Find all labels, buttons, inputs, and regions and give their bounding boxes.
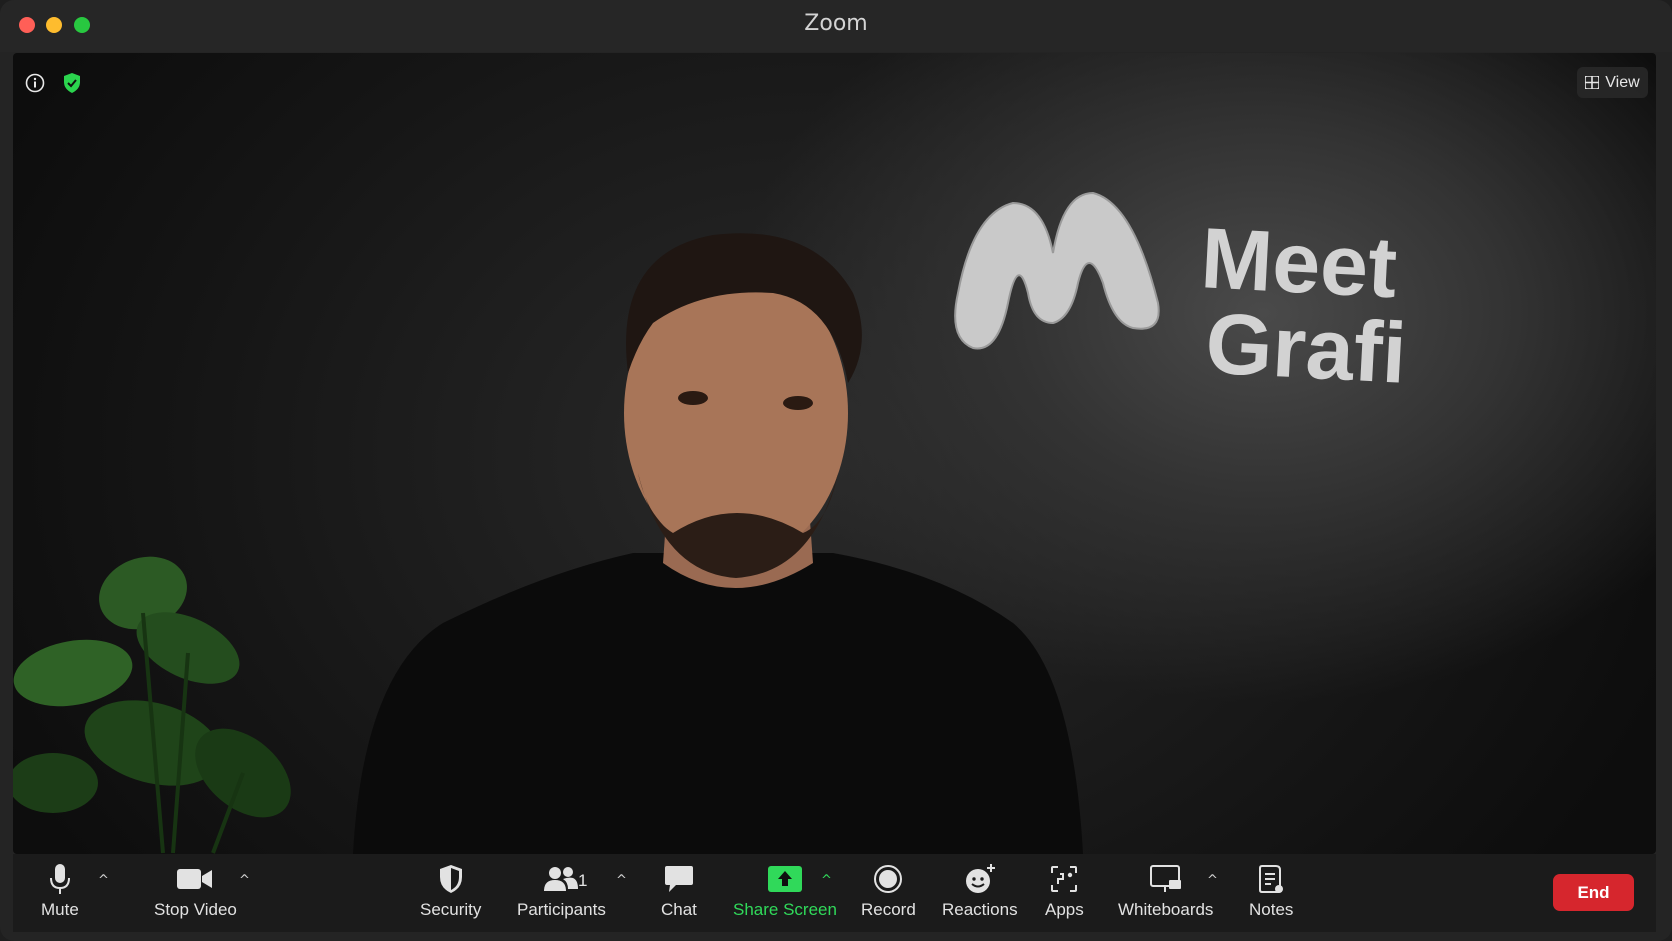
view-button[interactable]: View: [1577, 67, 1648, 98]
whiteboards-button[interactable]: Whiteboards: [1118, 860, 1213, 926]
whiteboards-label: Whiteboards: [1118, 900, 1214, 919]
share-options-caret[interactable]: ^: [821, 873, 832, 888]
microphone-icon: [49, 864, 70, 894]
chat-bubble-icon: [664, 866, 693, 892]
whiteboard-icon: [1149, 865, 1181, 892]
security-shield-icon: [439, 865, 462, 893]
grid-view-icon: [1585, 76, 1600, 89]
zoom-window: Zoom Meet Grafi View Mute ^ Stop Video ^…: [0, 0, 1672, 941]
participants-icon: [544, 867, 579, 891]
participants-label: Participants: [517, 900, 606, 919]
view-label: View: [1605, 73, 1640, 91]
video-feed: Meet Grafi View: [13, 53, 1656, 854]
mute-button[interactable]: Mute: [41, 860, 79, 926]
video-options-caret[interactable]: ^: [239, 873, 250, 888]
reactions-button[interactable]: Reactions: [942, 860, 1018, 926]
reactions-emoji-icon: [965, 864, 995, 893]
apps-button[interactable]: Apps: [1045, 860, 1084, 926]
encryption-shield-icon[interactable]: [62, 72, 82, 94]
stop-video-button[interactable]: Stop Video: [154, 860, 237, 926]
logo-text-grafi: Grafi: [1203, 295, 1408, 401]
end-meeting-button[interactable]: End: [1553, 874, 1634, 911]
meeting-toolbar: Mute ^ Stop Video ^ Security Participant…: [13, 854, 1656, 932]
share-screen-icon: [767, 866, 802, 892]
participants-button[interactable]: Participants: [517, 860, 606, 926]
stop-video-label: Stop Video: [154, 900, 237, 919]
apps-label: Apps: [1045, 900, 1084, 919]
security-label: Security: [420, 900, 482, 919]
video-scene: Meet Grafi: [13, 191, 1409, 854]
plant: [13, 556, 291, 854]
chat-button[interactable]: Chat: [661, 860, 697, 926]
whiteboards-options-caret[interactable]: ^: [1207, 873, 1218, 888]
apps-icon: [1051, 866, 1078, 892]
mute-label: Mute: [41, 900, 79, 919]
meeting-info-icon[interactable]: [25, 73, 45, 93]
notes-label: Notes: [1249, 900, 1294, 919]
meet-grafi-logo-mark: [954, 191, 1160, 350]
notes-button[interactable]: Notes: [1249, 860, 1293, 926]
participants-options-caret[interactable]: ^: [616, 873, 627, 888]
share-screen-label: Share Screen: [733, 900, 837, 919]
reactions-label: Reactions: [942, 900, 1018, 919]
record-label: Record: [861, 900, 916, 919]
record-button[interactable]: Record: [861, 860, 916, 926]
window-title: Zoom: [804, 11, 868, 36]
record-icon: [874, 865, 903, 893]
participants-count: 1: [578, 871, 588, 890]
audio-options-caret[interactable]: ^: [98, 873, 109, 888]
video-camera-icon: [177, 869, 213, 889]
share-screen-button[interactable]: Share Screen: [733, 860, 837, 926]
chat-label: Chat: [661, 900, 697, 919]
security-button[interactable]: Security: [420, 860, 481, 926]
title-bar[interactable]: Zoom: [0, 0, 1672, 52]
notes-icon: [1259, 865, 1284, 893]
